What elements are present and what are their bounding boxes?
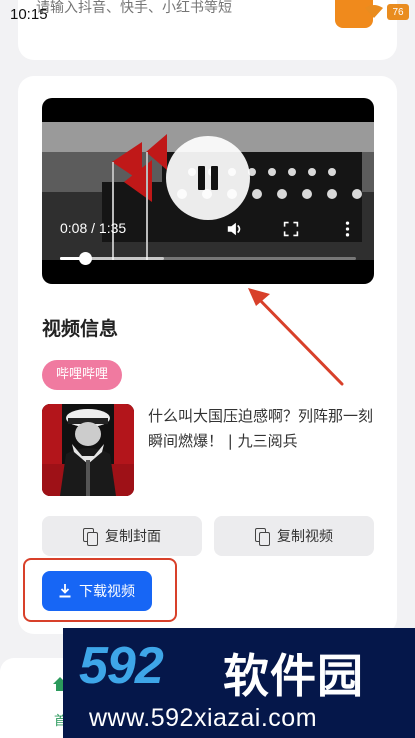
progress-bar[interactable]	[60, 252, 356, 265]
battery-icon: 76	[387, 4, 409, 20]
pause-icon	[198, 166, 205, 190]
pause-button[interactable]	[166, 136, 250, 220]
video-player[interactable]: 0:08 / 1:35	[42, 98, 374, 284]
wifi-icon	[365, 5, 383, 18]
download-video-button[interactable]: 下载视频	[42, 571, 152, 611]
copy-video-button[interactable]: 复制视频	[214, 516, 374, 556]
copy-video-label: 复制视频	[277, 529, 333, 545]
platform-badge: 哔哩哔哩	[42, 360, 123, 390]
time-display: 0:08 / 1:35	[60, 220, 127, 236]
fullscreen-icon[interactable]	[280, 218, 302, 240]
progress-thumb[interactable]	[79, 252, 93, 265]
watermark-brand: 软件园	[223, 649, 364, 703]
more-vert-icon[interactable]	[336, 218, 358, 240]
video-title: 什么叫大国压迫感啊？列阵那一刻瞬间燃爆！ | 九三阅兵	[148, 407, 374, 450]
status-bar: 10:15 76	[0, 0, 415, 30]
status-icons: 76	[365, 4, 409, 20]
watermark: 592 软件园 www.592xiazai.com	[63, 628, 415, 738]
status-time: 10:15	[10, 6, 48, 23]
copy-icon	[83, 528, 98, 546]
copy-icon	[255, 528, 270, 546]
watermark-url: www.592xiazai.com	[89, 704, 318, 732]
download-icon	[59, 584, 71, 598]
download-label: 下载视频	[79, 584, 135, 600]
video-thumbnail	[42, 404, 134, 496]
section-title: 视频信息	[42, 318, 119, 340]
copy-cover-label: 复制封面	[105, 529, 161, 545]
watermark-logo: 592	[79, 637, 164, 695]
copy-cover-button[interactable]: 复制封面	[42, 516, 202, 556]
volume-icon[interactable]	[224, 218, 246, 240]
